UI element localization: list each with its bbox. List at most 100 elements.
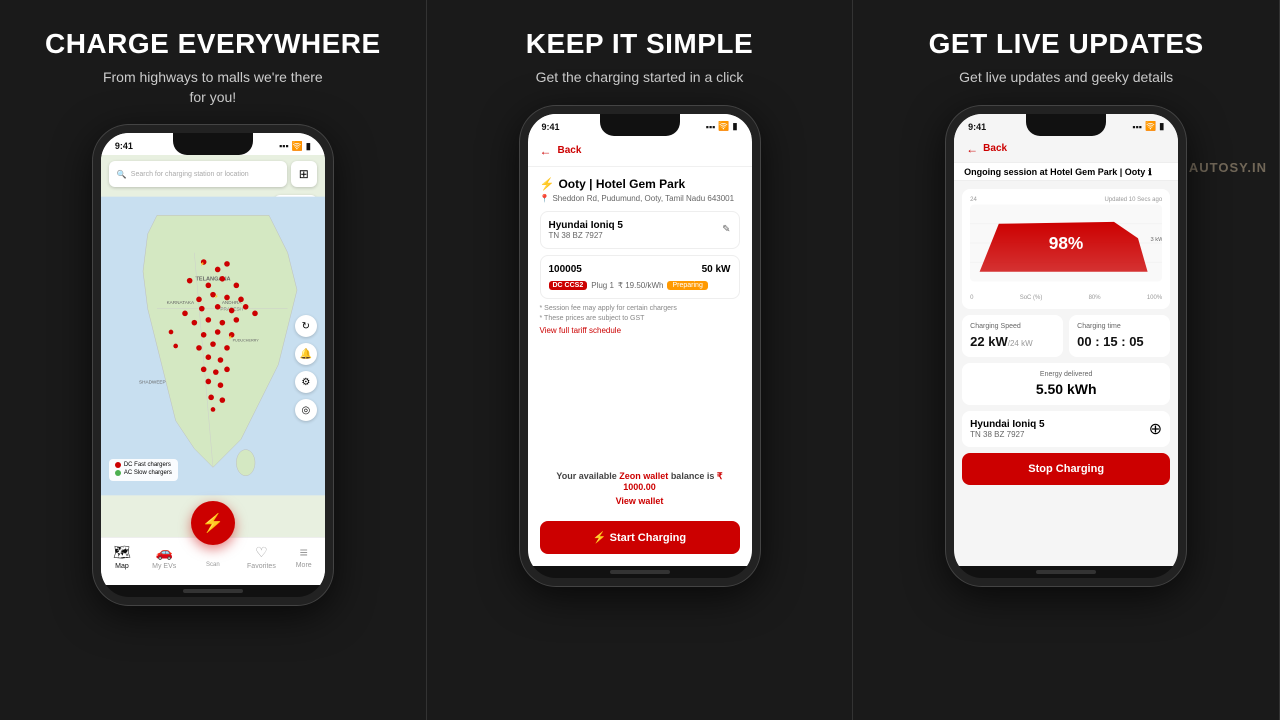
live-screen: 9:41 ▪▪▪ 🛜 ▮ ← Back Ongoing session at H… bbox=[954, 114, 1178, 566]
svg-text:PUDUCHERRY: PUDUCHERRY bbox=[232, 339, 259, 343]
nav-scan[interactable]: Scan bbox=[185, 544, 240, 581]
start-charging-button[interactable]: ⚡ Start Charging bbox=[540, 521, 740, 554]
battery-icon3: ▮ bbox=[1159, 121, 1164, 132]
panel3-subtitle: Get live updates and geeky details bbox=[959, 68, 1173, 88]
location-button[interactable]: ◎ bbox=[295, 399, 317, 421]
nav-scan-label: Scan bbox=[206, 562, 220, 568]
charger-card: 100005 50 kW DC CCS2 Plug 1 ₹ 19.50/kWh … bbox=[540, 255, 740, 299]
legend-dc: DC Fast chargers bbox=[124, 462, 171, 468]
session-title: Ongoing session at Hotel Gem Park | Ooty… bbox=[964, 167, 1168, 178]
energy-label: Energy delivered bbox=[970, 371, 1162, 378]
svg-text:SHADWEEP: SHADWEEP bbox=[139, 380, 166, 385]
nav-map[interactable]: 🗺 Map bbox=[101, 544, 143, 581]
speed-value: 22 kW/24 kW bbox=[970, 334, 1055, 349]
panel2-title: KEEP IT SIMPLE bbox=[526, 28, 753, 60]
back-label-live[interactable]: Back bbox=[983, 143, 1007, 154]
phone-map: 9:41 ▪▪▪ 🛜 ▮ 🔍 Search for charging stati… bbox=[93, 125, 333, 605]
signal-icon: ▪▪▪ bbox=[279, 141, 289, 151]
wifi-icon: 🛜 bbox=[292, 141, 303, 152]
edit-icon[interactable]: ✎ bbox=[722, 224, 730, 235]
watermark: AUTOSY.IN bbox=[1189, 160, 1267, 175]
nav-favorites-label: Favorites bbox=[247, 563, 276, 570]
svg-text:⚡: ⚡ bbox=[200, 261, 205, 266]
charger-id: 100005 bbox=[549, 264, 582, 275]
speed-label: Charging Speed bbox=[970, 323, 1055, 330]
time-value: 00 : 15 : 05 bbox=[1077, 334, 1162, 349]
phone-notch2 bbox=[600, 114, 680, 136]
home-indicator-live bbox=[1036, 570, 1096, 574]
scan-button-map[interactable]: ⊞ bbox=[291, 161, 317, 187]
session-header: Ongoing session at Hotel Gem Park | Ooty… bbox=[954, 163, 1178, 181]
wifi-icon3: 🛜 bbox=[1145, 121, 1156, 132]
back-arrow-charge[interactable]: ← bbox=[540, 144, 552, 158]
phone-notch3 bbox=[1026, 114, 1106, 136]
heart-icon: ♡ bbox=[255, 544, 268, 561]
map-screen: 9:41 ▪▪▪ 🛜 ▮ 🔍 Search for charging stati… bbox=[101, 133, 325, 585]
expand-icon[interactable]: ⊕ bbox=[1149, 419, 1162, 439]
live-body: 24 Updated 10 Secs ago bbox=[954, 181, 1178, 566]
tariff-link[interactable]: View full tariff schedule bbox=[540, 326, 740, 335]
note2: * These prices are subject to GST bbox=[540, 315, 740, 322]
car-card[interactable]: Hyundai Ioniq 5 TN 38 BZ 7927 ✎ bbox=[540, 211, 740, 249]
wallet-section: Your available Zeon wallet balance is ₹ … bbox=[540, 471, 740, 506]
menu-icon: ≡ bbox=[300, 544, 308, 560]
map-legend: DC Fast chargers AC Slow chargers bbox=[109, 459, 178, 481]
time-charge: 9:41 bbox=[542, 122, 560, 132]
map-search-bar[interactable]: 🔍 Search for charging station or locatio… bbox=[109, 161, 317, 187]
panel-live-updates: AUTOSY.IN GET LIVE UPDATES Get live upda… bbox=[853, 0, 1280, 720]
refresh-button[interactable]: ↻ bbox=[295, 315, 317, 337]
nav-myevs[interactable]: 🚗 My EVs bbox=[143, 544, 185, 581]
live-car-name: Hyundai Ioniq 5 bbox=[970, 419, 1044, 430]
nav-favorites[interactable]: ♡ Favorites bbox=[240, 544, 282, 581]
note1: * Session fee may apply for certain char… bbox=[540, 305, 740, 312]
home-indicator-charge bbox=[610, 570, 670, 574]
panel-charge-everywhere: CHARGE EVERYWHERE From highways to malls… bbox=[0, 0, 427, 720]
tag-status: Preparing bbox=[667, 281, 707, 290]
phone-live: 9:41 ▪▪▪ 🛜 ▮ ← Back Ongoing session at H… bbox=[946, 106, 1186, 586]
info-icon[interactable]: ℹ bbox=[1148, 167, 1151, 178]
panel1-title: CHARGE EVERYWHERE bbox=[45, 28, 381, 60]
map-background: 🔍 Search for charging station or locatio… bbox=[101, 155, 325, 537]
charge-body: ⚡ Ooty | Hotel Gem Park 📍 Sheddon Rd, Pu… bbox=[528, 167, 752, 566]
map-icon: 🗺 bbox=[113, 544, 131, 561]
back-arrow-live[interactable]: ← bbox=[966, 142, 978, 156]
charger-kw: 50 kW bbox=[702, 264, 731, 275]
live-header: ← Back bbox=[954, 136, 1178, 163]
live-car-plate: TN 38 BZ 7927 bbox=[970, 430, 1044, 439]
back-label-charge[interactable]: Back bbox=[558, 145, 582, 156]
signal-icon3: ▪▪▪ bbox=[1132, 122, 1142, 132]
map-view: 🔍 Search for charging station or locatio… bbox=[101, 155, 325, 537]
tag-price: ₹ 19.50/kWh bbox=[618, 281, 664, 290]
panel-keep-simple: KEEP IT SIMPLE Get the charging started … bbox=[427, 0, 854, 720]
charge-screen: 9:41 ▪▪▪ 🛜 ▮ ← Back ⚡ Ooty | Hotel Gem P… bbox=[528, 114, 752, 566]
chart-axis: 0 SoC (%) 80% 100% bbox=[970, 295, 1162, 301]
wallet-link[interactable]: View wallet bbox=[540, 496, 740, 506]
nav-more[interactable]: ≡ More bbox=[283, 544, 325, 581]
svg-text:KARNATAKA: KARNATAKA bbox=[166, 300, 194, 305]
phone-charge: 9:41 ▪▪▪ 🛜 ▮ ← Back ⚡ Ooty | Hotel Gem P… bbox=[520, 106, 760, 586]
wallet-brand: Zeon wallet bbox=[619, 471, 668, 481]
station-name: ⚡ Ooty | Hotel Gem Park bbox=[540, 177, 740, 191]
legend-ac: AC Slow chargers bbox=[124, 470, 172, 476]
filter-button[interactable]: ⚙ bbox=[295, 371, 317, 393]
tag-plug: Plug 1 bbox=[591, 281, 614, 290]
charging-time-card: Charging time 00 : 15 : 05 bbox=[1069, 315, 1170, 357]
stop-charging-button[interactable]: Stop Charging bbox=[962, 453, 1170, 485]
svg-text:TELANGANA: TELANGANA bbox=[195, 277, 230, 283]
tag-dc: DC CCS2 bbox=[549, 281, 588, 290]
nav-myevs-label: My EVs bbox=[152, 563, 176, 570]
status-icons-map: ▪▪▪ 🛜 ▮ bbox=[279, 141, 311, 152]
car-plate: TN 38 BZ 7927 bbox=[549, 231, 623, 240]
notification-button[interactable]: 🔔 bbox=[295, 343, 317, 365]
svg-text:⚡: ⚡ bbox=[228, 335, 233, 340]
search-input-map[interactable]: 🔍 Search for charging station or locatio… bbox=[109, 161, 287, 187]
svg-text:3 kW: 3 kW bbox=[1151, 237, 1163, 243]
panel3-title: GET LIVE UPDATES bbox=[929, 28, 1204, 60]
charging-speed-card: Charging Speed 22 kW/24 kW bbox=[962, 315, 1063, 357]
zeon-fab[interactable]: ⚡ bbox=[191, 501, 235, 545]
time-map: 9:41 bbox=[115, 141, 133, 151]
search-icon: 🔍 bbox=[117, 170, 127, 179]
car-name: Hyundai Ioniq 5 bbox=[549, 220, 623, 231]
charger-tags: DC CCS2 Plug 1 ₹ 19.50/kWh Preparing bbox=[549, 281, 731, 290]
home-indicator-map bbox=[183, 589, 243, 593]
